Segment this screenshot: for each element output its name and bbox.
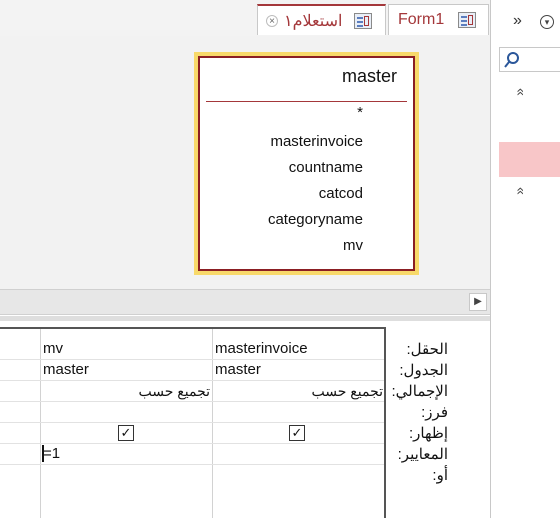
field-list-divider: [206, 101, 407, 102]
group-collapse-icon[interactable]: »: [511, 88, 527, 96]
field-item[interactable]: catcod: [319, 185, 363, 202]
grid-row-divider: [0, 443, 384, 444]
grid-column-divider[interactable]: [40, 329, 41, 518]
form-icon: [458, 12, 477, 28]
grid-row-divider: [0, 380, 384, 381]
row-label-show: إظهار:: [408, 425, 448, 442]
grid-show-checkbox[interactable]: ✓: [289, 425, 305, 441]
grid-table-cell[interactable]: master: [215, 361, 261, 378]
document-tab-bar: Form1 × استعلام١: [0, 0, 490, 36]
grid-row-divider: [0, 359, 384, 360]
grid-column-divider[interactable]: [212, 329, 213, 518]
collapse-nav-button[interactable]: »: [513, 12, 522, 30]
scroll-right-arrow-icon[interactable]: ▶: [469, 293, 487, 311]
nav-selected-item[interactable]: [499, 142, 560, 177]
grid-field-cell[interactable]: masterinvoice: [215, 340, 308, 357]
chevron-down-icon[interactable]: ▾: [540, 15, 554, 29]
row-label-table: الجدول:: [399, 362, 448, 379]
row-label-criteria: المعايير:: [397, 446, 448, 463]
field-list-title: master: [341, 66, 397, 86]
field-item[interactable]: mv: [343, 237, 363, 254]
grid-field-cell[interactable]: mv: [43, 340, 63, 357]
group-collapse-icon[interactable]: »: [511, 187, 527, 195]
row-label-sort: فرز:: [421, 404, 448, 421]
query-icon: [354, 12, 373, 29]
field-item[interactable]: masterinvoice: [270, 133, 363, 150]
navigation-pane: » ▾ » »: [490, 0, 560, 518]
tab-form1-label: Form1: [398, 11, 445, 28]
tab-query-label: استعلام١: [284, 12, 343, 30]
close-icon[interactable]: ×: [266, 14, 278, 27]
grid-criteria-cell[interactable]: =1: [43, 445, 60, 462]
field-item[interactable]: countname: [289, 159, 363, 176]
field-item[interactable]: categoryname: [268, 211, 363, 228]
grid-table-cell[interactable]: master: [43, 361, 89, 378]
grid-show-checkbox[interactable]: ✓: [118, 425, 134, 441]
row-label-total: الإجمالي:: [391, 383, 448, 400]
nav-search-box[interactable]: [499, 47, 560, 72]
table-field-list[interactable]: master * masterinvoice countname catcod …: [194, 52, 419, 275]
text-cursor: [42, 445, 44, 462]
search-icon: [504, 52, 519, 68]
row-label-or: أو:: [432, 467, 448, 484]
grid-row-divider: [0, 401, 384, 402]
grid-row-divider: [0, 464, 384, 465]
row-label-field: الحقل:: [406, 341, 448, 358]
tab-form1[interactable]: Form1: [388, 4, 489, 35]
field-item-star[interactable]: *: [357, 104, 363, 121]
grid-total-cell[interactable]: تجميع حسب: [312, 383, 383, 400]
grid-row-divider: [0, 422, 384, 423]
grid-total-cell[interactable]: تجميع حسب: [139, 383, 210, 400]
tab-query[interactable]: × استعلام١: [257, 4, 386, 35]
design-horizontal-scrollbar[interactable]: ▶: [0, 289, 490, 315]
